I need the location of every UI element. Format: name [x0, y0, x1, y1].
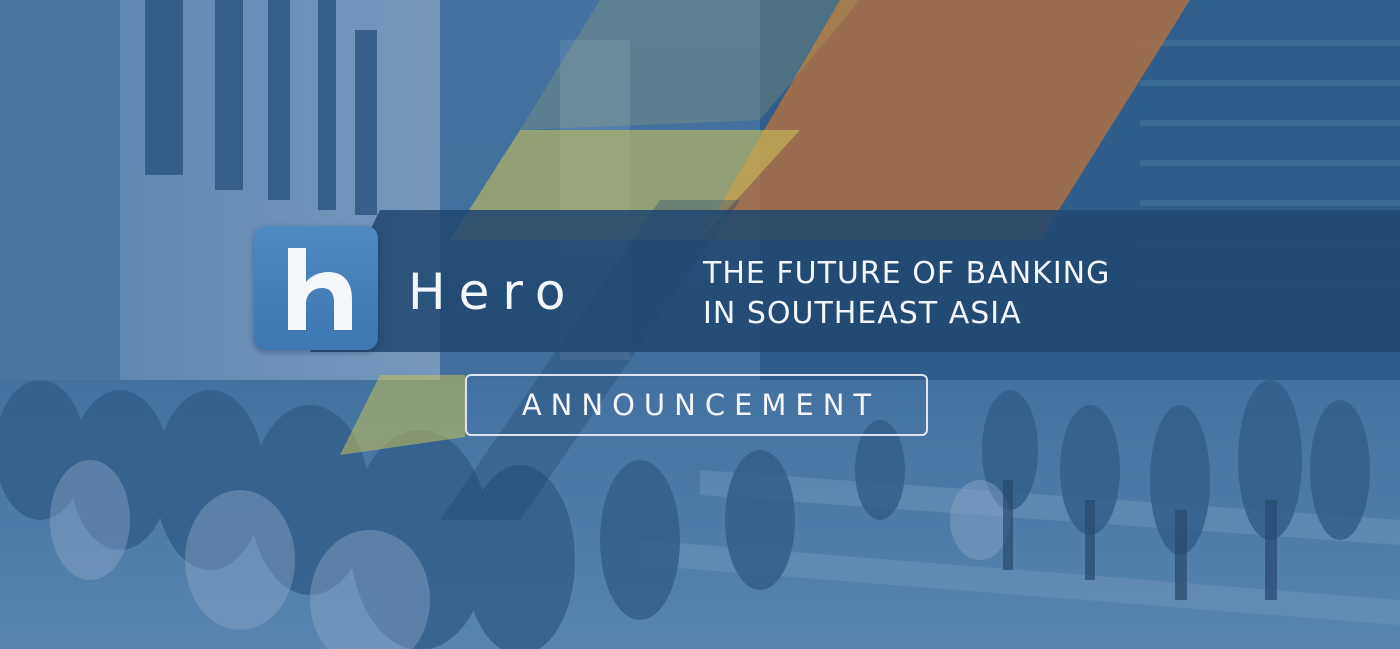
headline-line-1: THE FUTURE OF BANKING [703, 256, 1111, 291]
hero-banner: Hero THE FUTURE OF BANKING IN SOUTHEAST … [0, 0, 1400, 649]
headline-line-2: IN SOUTHEAST ASIA [703, 296, 1022, 331]
headline: THE FUTURE OF BANKING IN SOUTHEAST ASIA [703, 254, 1223, 334]
brand-name: Hero [408, 263, 579, 321]
announcement-badge: ANNOUNCEMENT [465, 374, 928, 436]
logo-tile [254, 226, 378, 350]
hero-h-logo-icon [288, 248, 352, 330]
